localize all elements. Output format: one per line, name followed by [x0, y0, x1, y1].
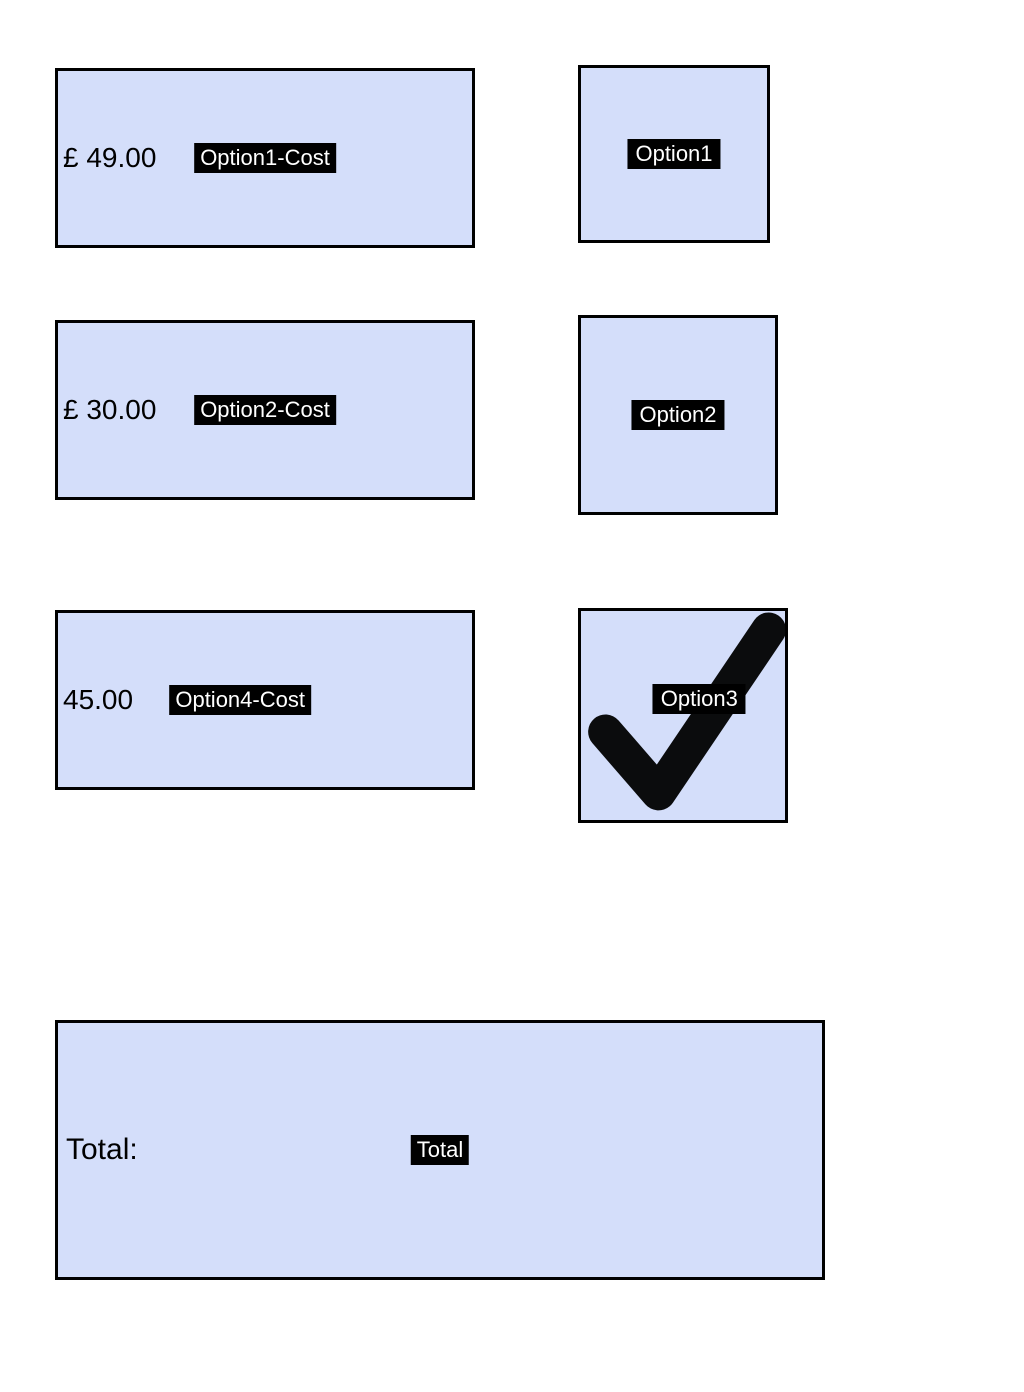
- option2-cost-box: £ 30.00 Option2-Cost: [55, 320, 475, 500]
- option3-checkbox[interactable]: Option3: [578, 608, 788, 823]
- option2-checkbox[interactable]: Option2: [578, 315, 778, 515]
- option1-cost-box: £ 49.00 Option1-Cost: [55, 68, 475, 248]
- option4-cost-label: Option4-Cost: [169, 685, 311, 715]
- option1-label: Option1: [627, 139, 720, 169]
- option2-label: Option2: [631, 400, 724, 430]
- option3-label: Option3: [653, 684, 746, 714]
- option1-checkbox[interactable]: Option1: [578, 65, 770, 243]
- total-label: Total:: [66, 1133, 138, 1167]
- option1-cost-label: Option1-Cost: [194, 143, 336, 173]
- total-box: Total: Total: [55, 1020, 825, 1280]
- option4-cost-value: 45.00: [63, 684, 133, 716]
- option2-cost-value: £ 30.00: [63, 394, 156, 426]
- total-badge: Total: [411, 1135, 469, 1165]
- check-icon: [581, 611, 785, 820]
- option1-cost-value: £ 49.00: [63, 142, 156, 174]
- option2-cost-label: Option2-Cost: [194, 395, 336, 425]
- option4-cost-box: 45.00 Option4-Cost: [55, 610, 475, 790]
